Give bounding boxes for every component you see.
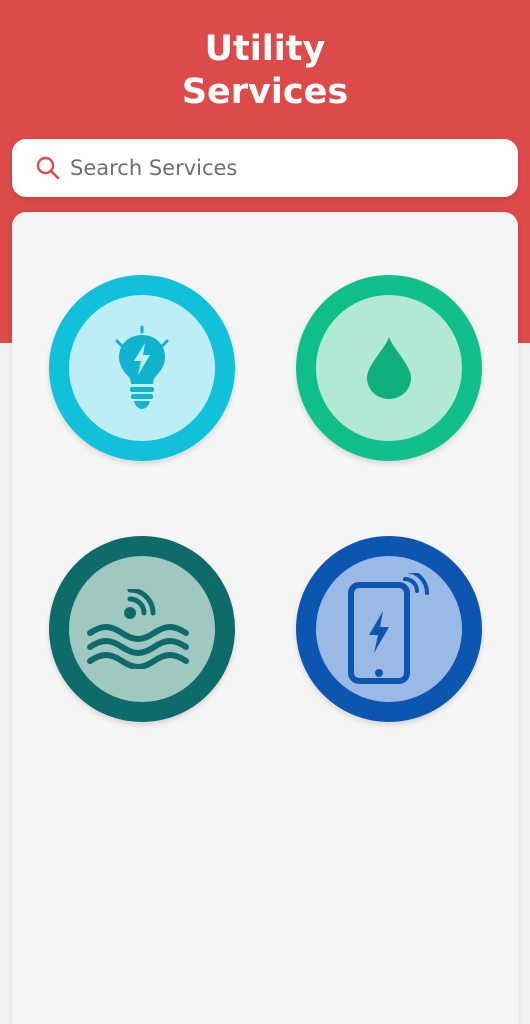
search-bar[interactable] xyxy=(12,139,518,197)
page-title-line-2: Services xyxy=(181,72,349,112)
service-tile-mobile[interactable] xyxy=(296,536,482,722)
page-title: Utility Services xyxy=(0,28,530,114)
service-tile-mobile-inner xyxy=(316,556,462,702)
service-tile-water[interactable] xyxy=(296,275,482,461)
page-title-line-1: Utility xyxy=(204,29,326,69)
search-input[interactable] xyxy=(70,139,500,197)
water-drop-icon xyxy=(367,337,411,399)
search-icon xyxy=(36,156,60,180)
service-tile-electricity-inner xyxy=(69,295,215,441)
service-tile-gas-inner xyxy=(69,556,215,702)
service-tile-gas[interactable] xyxy=(49,536,235,722)
service-tile-water-inner xyxy=(316,295,462,441)
phone-bolt-icon xyxy=(348,573,430,684)
utility-services-screen: Utility Services xyxy=(0,0,530,1024)
lightbulb-bolt-icon xyxy=(115,325,169,409)
waves-signal-icon xyxy=(87,589,189,669)
service-tile-electricity[interactable] xyxy=(49,275,235,461)
